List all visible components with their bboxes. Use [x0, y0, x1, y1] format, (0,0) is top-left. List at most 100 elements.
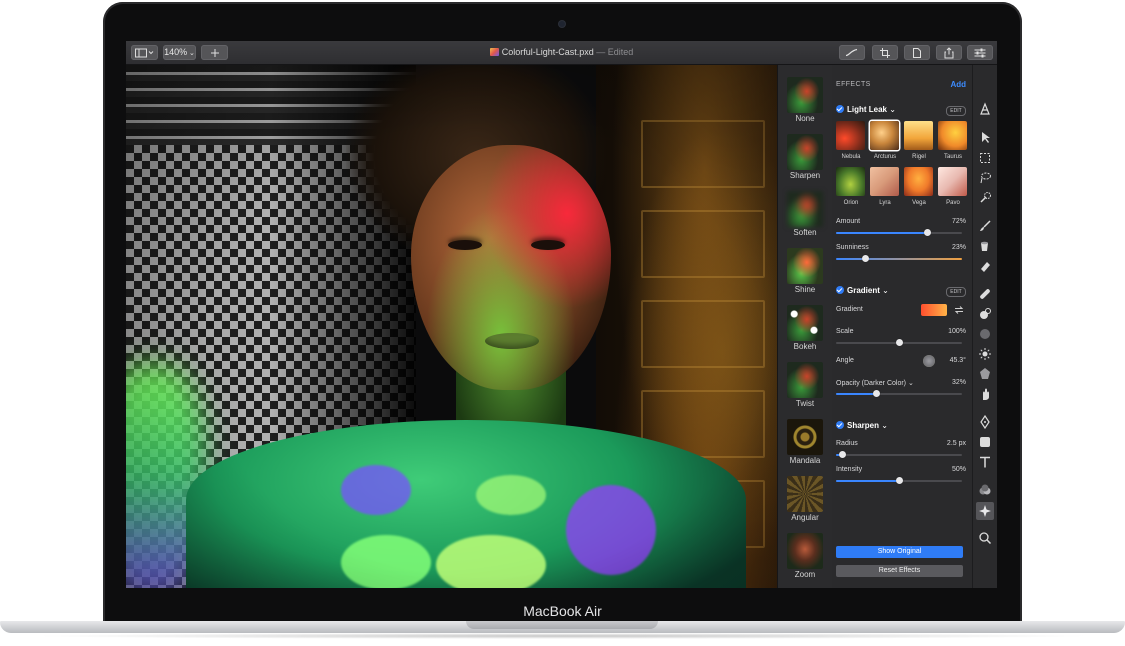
gradient-title: Gradient: [847, 286, 880, 295]
sliders-icon: [974, 48, 986, 57]
add-effect-button[interactable]: Add: [950, 80, 966, 89]
eraser-tool[interactable]: [978, 259, 992, 273]
light-leak-section-title[interactable]: Light Leak ⌄: [836, 105, 896, 114]
slider-knob[interactable]: [873, 390, 881, 397]
light-leak-title: Light Leak: [847, 105, 888, 114]
repair-icon: [980, 289, 990, 299]
effect-thumb-twist[interactable]: Twist: [778, 350, 832, 408]
light-icon: [979, 348, 991, 360]
select-icon: [982, 132, 990, 143]
slider-knob[interactable]: [896, 339, 903, 346]
effect-thumb-label: Zoom: [794, 570, 816, 579]
preset-pavo[interactable]: [938, 167, 967, 196]
effects-browser: None Sharpen Soften Shine Bokeh Twist Ma…: [777, 65, 833, 588]
effects-tool[interactable]: [976, 502, 994, 520]
effect-thumb-none[interactable]: None: [778, 65, 832, 123]
slider-knob[interactable]: [923, 229, 931, 236]
sharpen-title: Sharpen: [847, 421, 880, 430]
amount-slider[interactable]: [836, 229, 962, 236]
paint-brush-tool[interactable]: [978, 219, 992, 233]
blur-tool[interactable]: [978, 327, 992, 341]
device-brand-label: MacBook Air: [523, 603, 602, 619]
effect-thumb-image: [787, 191, 823, 227]
effect-thumb-image: [787, 362, 823, 398]
document-title-bar: Colorful-Light-Cast.pxd — Edited: [126, 41, 997, 64]
text-tool[interactable]: [978, 455, 992, 469]
slider-knob[interactable]: [896, 477, 903, 484]
smudge-tool[interactable]: [978, 387, 992, 401]
preset-label: Nebula: [841, 154, 861, 160]
effect-thumb-mandala[interactable]: Mandala: [778, 407, 832, 465]
clone-icon: [980, 308, 991, 319]
effects-header: EFFECTS: [836, 81, 871, 88]
preset-taurus[interactable]: [938, 121, 967, 150]
preset-nebula[interactable]: [836, 121, 865, 150]
preset-orion[interactable]: [836, 167, 865, 196]
checkmark-icon[interactable]: [836, 421, 844, 429]
light-leak-edit-button[interactable]: EDIT: [946, 106, 966, 116]
adjustments-button[interactable]: [967, 45, 993, 60]
slider-fill: [836, 393, 877, 395]
select-tool[interactable]: [978, 130, 992, 144]
reset-effects-button[interactable]: Reset Effects: [836, 565, 963, 577]
color-tool[interactable]: [978, 367, 992, 381]
pen-tool[interactable]: [978, 414, 992, 430]
slider-knob[interactable]: [861, 255, 869, 262]
document-thumbnail-icon: [489, 48, 499, 56]
marquee-tool[interactable]: [978, 151, 992, 165]
lasso-tool[interactable]: [978, 171, 992, 185]
effect-thumb-sharpen[interactable]: Sharpen: [778, 122, 832, 180]
scale-slider[interactable]: [836, 339, 962, 346]
effect-thumb-soften[interactable]: Soften: [778, 179, 832, 237]
share-button[interactable]: [936, 45, 962, 60]
arrange-tool[interactable]: [978, 102, 992, 116]
preset-rigel[interactable]: [904, 121, 933, 150]
intensity-label: Intensity: [836, 466, 863, 473]
intensity-slider[interactable]: [836, 477, 962, 484]
effect-thumb-shine[interactable]: Shine: [778, 236, 832, 294]
swap-icon[interactable]: [954, 306, 964, 314]
effects-icon: [979, 505, 991, 517]
effect-thumb-zoom[interactable]: Zoom: [778, 521, 832, 579]
effect-thumb-image: [787, 77, 823, 113]
export-button[interactable]: [904, 45, 930, 60]
chevron-down-icon: ⌄: [879, 421, 888, 430]
slider-fill: [836, 232, 927, 234]
light-tool[interactable]: [978, 347, 992, 361]
color-adjust-tool[interactable]: [978, 483, 992, 497]
retouch-button[interactable]: [839, 45, 865, 60]
zoom-icon: [979, 532, 992, 545]
preset-label: Vega: [912, 200, 926, 206]
opacity-slider[interactable]: [836, 390, 962, 397]
brush-stroke-icon: [845, 48, 858, 56]
checkmark-icon[interactable]: [836, 286, 844, 294]
gradient-edit-button[interactable]: EDIT: [946, 287, 966, 297]
effect-thumb-angular[interactable]: Angular: [778, 464, 832, 522]
angle-label: Angle: [836, 357, 854, 364]
repair-tool[interactable]: [978, 287, 992, 301]
image-canvas[interactable]: [126, 65, 777, 588]
paint-bucket-tool[interactable]: [978, 239, 992, 253]
opacity-label[interactable]: Opacity (Darker Color) ⌄: [836, 379, 914, 387]
sunniness-slider[interactable]: [836, 255, 962, 262]
shape-tool[interactable]: [978, 435, 992, 449]
clone-tool[interactable]: [978, 307, 992, 321]
lasso-icon: [980, 172, 991, 184]
preset-lyra[interactable]: [870, 167, 899, 196]
preset-arcturus[interactable]: [870, 121, 899, 150]
show-original-button[interactable]: Show Original: [836, 546, 963, 558]
angle-dial[interactable]: [923, 355, 935, 367]
crop-button[interactable]: [872, 45, 898, 60]
sharpen-section-title[interactable]: Sharpen ⌄: [836, 421, 888, 430]
radius-slider[interactable]: [836, 451, 962, 458]
effect-thumb-bokeh[interactable]: Bokeh: [778, 293, 832, 351]
preset-vega[interactable]: [904, 167, 933, 196]
checkmark-icon[interactable]: [836, 105, 844, 113]
quick-select-icon: [980, 192, 991, 203]
gradient-section-title[interactable]: Gradient ⌄: [836, 286, 889, 295]
zoom-tool[interactable]: [978, 531, 992, 545]
slider-knob[interactable]: [839, 451, 847, 458]
effect-thumb-image: [787, 419, 823, 455]
gradient-swatch[interactable]: [921, 304, 947, 316]
quick-select-tool[interactable]: [978, 191, 992, 205]
